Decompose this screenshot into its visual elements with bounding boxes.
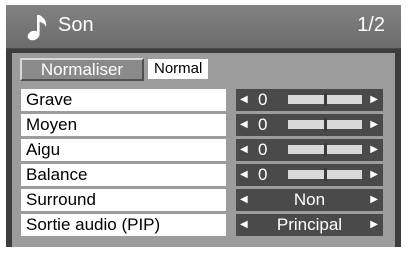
arrow-left-icon[interactable]: ◀ [240,139,248,161]
setting-row-balance[interactable]: Balance ◀ 0 ▶ [21,164,383,186]
arrow-right-icon[interactable]: ▶ [370,139,378,161]
slider-thumb[interactable] [324,168,327,181]
level-slider[interactable] [288,93,362,106]
normaliser-button[interactable]: Normaliser [20,58,144,81]
setting-label: Grave [21,89,226,111]
setting-row-aigu[interactable]: Aigu ◀ 0 ▶ [21,139,383,161]
slider-thumb[interactable] [324,118,327,131]
setting-row-surround[interactable]: Surround ◀ Non ▶ [21,189,383,211]
level-slider[interactable] [288,118,362,131]
setting-option: Non [293,190,326,209]
arrow-right-icon[interactable]: ▶ [370,189,378,211]
normaliser-value: Normal [148,59,209,79]
setting-row-grave[interactable]: Grave ◀ 0 ▶ [21,89,383,111]
setting-value: 0 [258,165,268,184]
slider-thumb[interactable] [324,93,327,106]
setting-control[interactable]: ◀ 0 ▶ [236,114,383,136]
arrow-left-icon[interactable]: ◀ [240,114,248,136]
level-slider[interactable] [288,168,362,181]
arrow-left-icon[interactable]: ◀ [240,189,248,211]
arrow-left-icon[interactable]: ◀ [240,214,248,236]
setting-control[interactable]: ◀ 0 ▶ [236,89,383,111]
setting-value: 0 [258,90,268,109]
menu-title: Son [58,14,94,36]
setting-row-sortie-audio[interactable]: Sortie audio (PIP) ◀ Principal ▶ [21,214,383,236]
arrow-right-icon[interactable]: ▶ [370,164,378,186]
setting-row-moyen[interactable]: Moyen ◀ 0 ▶ [21,114,383,136]
page-indicator: 1/2 [357,14,385,36]
setting-label: Sortie audio (PIP) [21,214,226,236]
level-slider[interactable] [288,143,362,156]
setting-label: Balance [21,164,226,186]
arrow-right-icon[interactable]: ▶ [370,89,378,111]
setting-value: 0 [258,140,268,159]
arrow-left-icon[interactable]: ◀ [240,89,248,111]
setting-value: 0 [258,115,268,134]
arrow-right-icon[interactable]: ▶ [370,214,378,236]
music-note-icon [27,15,47,41]
setting-control[interactable]: ◀ 0 ▶ [236,139,383,161]
setting-control[interactable]: ◀ 0 ▶ [236,164,383,186]
setting-label: Moyen [21,114,226,136]
menu-header: Son 1/2 [6,5,401,49]
setting-label: Surround [21,189,226,211]
setting-option: Principal [276,215,343,234]
arrow-left-icon[interactable]: ◀ [240,164,248,186]
arrow-right-icon[interactable]: ▶ [370,114,378,136]
setting-control[interactable]: ◀ Principal ▶ [236,214,383,236]
setting-label: Aigu [21,139,226,161]
setting-control[interactable]: ◀ Non ▶ [236,189,383,211]
slider-thumb[interactable] [324,143,327,156]
